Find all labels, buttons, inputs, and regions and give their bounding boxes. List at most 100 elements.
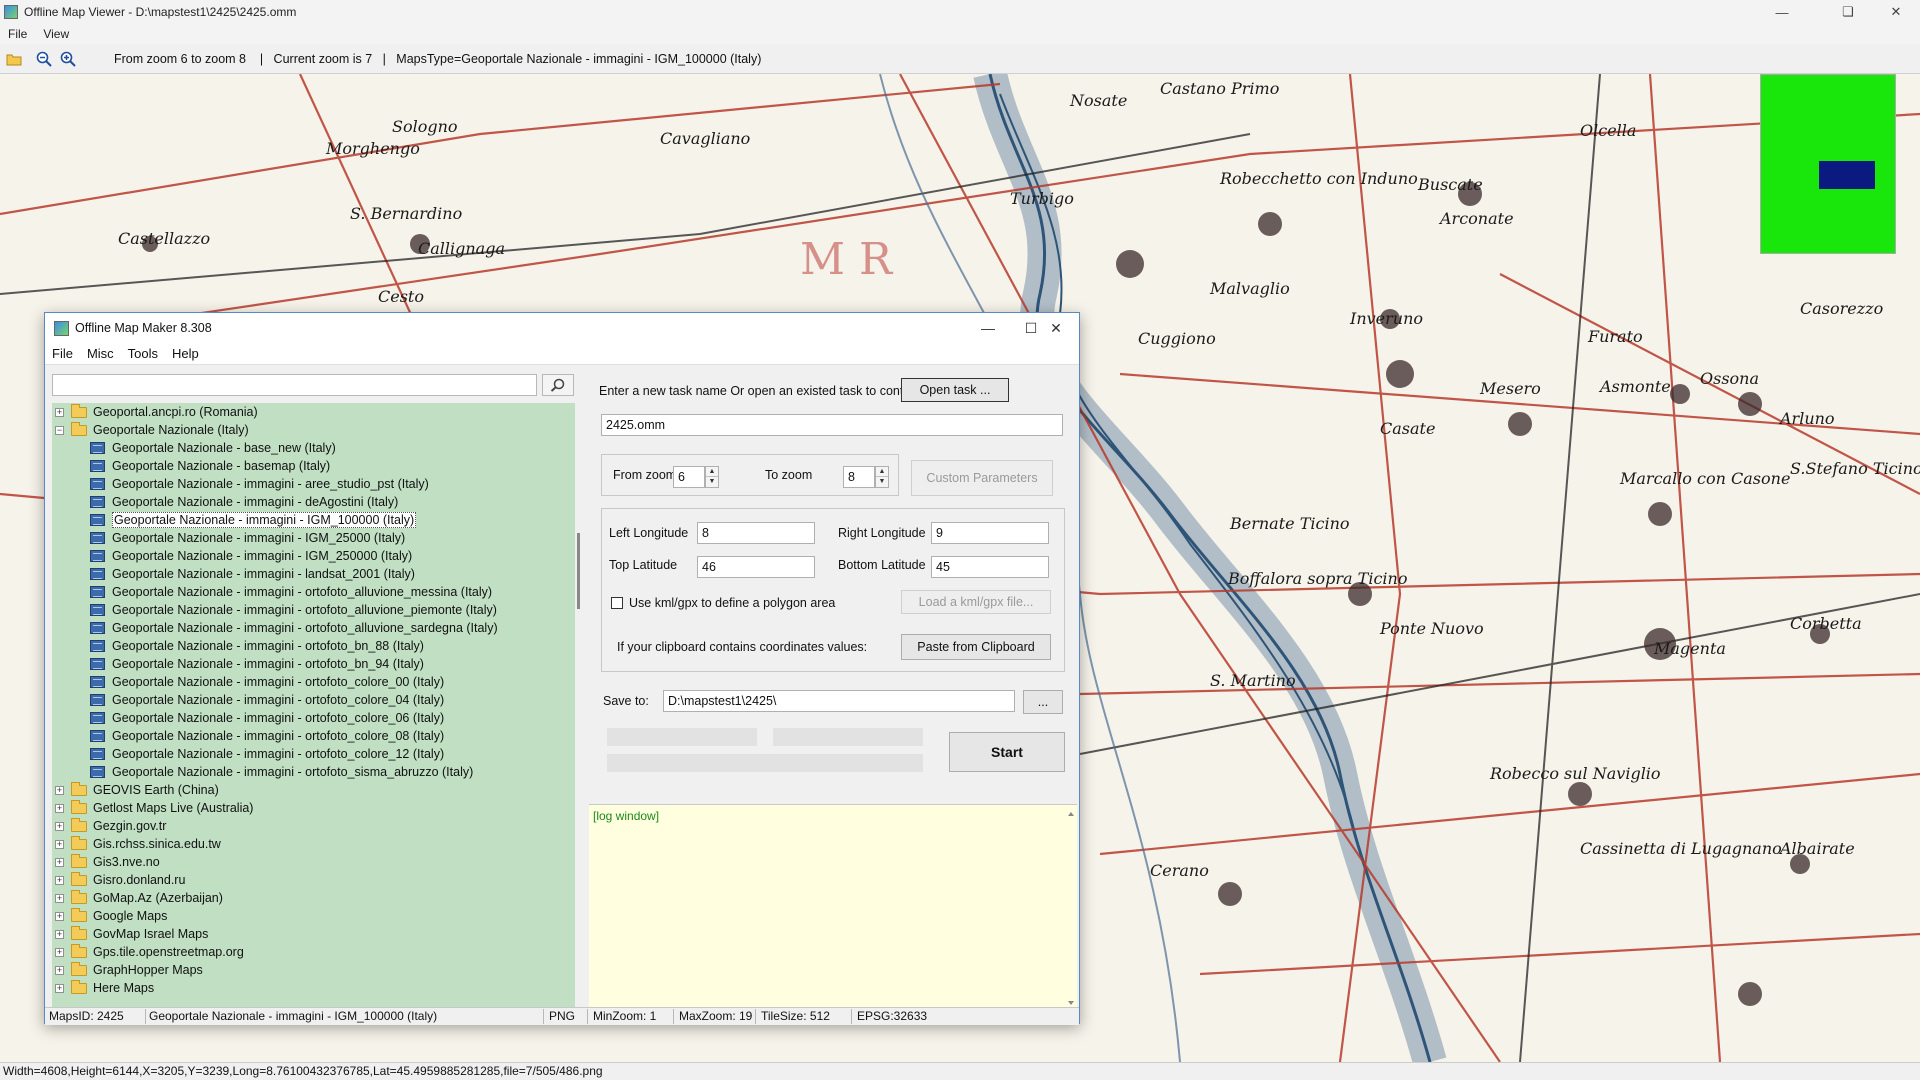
save-to-input[interactable] (663, 690, 1015, 712)
bottom-latitude-input[interactable] (931, 556, 1049, 578)
browse-button[interactable]: ... (1023, 690, 1063, 714)
tree-item-label: Geoportale Nazionale - immagini - ortofo… (112, 621, 498, 635)
expand-icon[interactable]: + (55, 839, 64, 849)
tree-map-item[interactable]: Geoportale Nazionale - immagini - ortofo… (90, 673, 444, 691)
expand-icon[interactable]: + (55, 821, 64, 831)
paste-clipboard-button[interactable]: Paste from Clipboard (901, 634, 1051, 660)
tree-map-item[interactable]: Geoportale Nazionale - immagini - ortofo… (90, 709, 444, 727)
custom-parameters-button[interactable]: Custom Parameters (911, 460, 1053, 496)
left-longitude-input[interactable] (697, 522, 815, 544)
map-icon (90, 622, 105, 634)
minimize-button[interactable]: — (1760, 0, 1804, 24)
overview-viewport[interactable] (1819, 161, 1875, 189)
tree-folder[interactable]: + GovMap Israel Maps (55, 925, 208, 943)
expand-icon[interactable]: + (55, 947, 64, 957)
tree-map-item[interactable]: Geoportale Nazionale - immagini - IGM_25… (90, 547, 412, 565)
map-label: Cuggiono (1138, 329, 1216, 348)
expand-icon[interactable]: + (55, 965, 64, 975)
tree-map-item[interactable]: Geoportale Nazionale - immagini - landsa… (90, 565, 415, 583)
tree-map-item[interactable]: Geoportale Nazionale - immagini - ortofo… (90, 637, 424, 655)
kml-checkbox[interactable] (611, 597, 623, 609)
to-zoom-spinner[interactable]: ▲ ▼ (875, 466, 889, 488)
to-zoom-input[interactable] (843, 466, 875, 488)
overview-map[interactable] (1760, 74, 1896, 254)
tree-map-item[interactable]: Geoportale Nazionale - immagini - aree_s… (90, 475, 429, 493)
tree-map-item[interactable]: Geoportale Nazionale - immagini - ortofo… (90, 655, 424, 673)
close-button[interactable]: ✕ (1874, 0, 1918, 24)
zoom-out-icon[interactable] (34, 49, 54, 69)
open-folder-icon[interactable] (4, 49, 24, 69)
right-longitude-input[interactable] (931, 522, 1049, 544)
tree-folder[interactable]: + Gisro.donland.ru (55, 871, 185, 889)
expand-icon[interactable]: + (55, 929, 64, 939)
tree-folder[interactable]: + Geoportal.ancpi.ro (Romania) (55, 403, 258, 421)
log-window[interactable]: [log window] (589, 804, 1077, 1011)
map-icon (90, 604, 105, 616)
map-icon (90, 568, 105, 580)
expand-icon[interactable]: + (55, 893, 64, 903)
start-button[interactable]: Start (949, 732, 1065, 772)
search-input[interactable] (52, 374, 537, 396)
tree-folder[interactable]: + GoMap.Az (Azerbaijan) (55, 889, 223, 907)
maps-tree[interactable]: + Geoportal.ancpi.ro (Romania) − Geoportale… (52, 403, 575, 1011)
tree-folder[interactable]: + Here Maps (55, 979, 154, 997)
menu-view[interactable]: View (35, 27, 77, 41)
tree-folder[interactable]: + Gis.rchss.sinica.edu.tw (55, 835, 221, 853)
tree-map-item[interactable]: Geoportale Nazionale - immagini - IGM_25… (90, 529, 405, 547)
log-scrollbar[interactable] (1065, 805, 1077, 1012)
tree-map-item[interactable]: Geoportale Nazionale - basemap (Italy) (90, 457, 330, 475)
from-zoom-spinner[interactable]: ▲ ▼ (705, 466, 719, 488)
task-name-input[interactable] (601, 414, 1063, 436)
collapse-icon[interactable]: − (55, 425, 64, 435)
left-longitude-label: Left Longitude (609, 526, 689, 540)
map-label: Cesto (378, 287, 424, 306)
load-kml-button[interactable]: Load a kml/gpx file... (901, 590, 1051, 614)
from-zoom-input[interactable] (673, 466, 705, 488)
status-tile-size: TileSize: 512 (761, 1009, 830, 1023)
tree-folder[interactable]: + Google Maps (55, 907, 167, 925)
menu-file[interactable]: File (0, 27, 35, 41)
map-label: Ponte Nuovo (1379, 619, 1484, 638)
search-button[interactable] (542, 374, 574, 396)
tree-scrollbar[interactable] (576, 403, 582, 1011)
expand-icon[interactable]: + (55, 983, 64, 993)
expand-icon[interactable]: + (55, 785, 64, 795)
dialog-minimize-button[interactable]: — (965, 313, 1011, 343)
open-task-button[interactable]: Open task ... (901, 378, 1009, 402)
top-latitude-input[interactable] (697, 556, 815, 578)
maximize-button[interactable]: ❏ (1826, 0, 1870, 24)
expand-icon[interactable]: + (55, 407, 64, 417)
tree-folder[interactable]: + Gezgin.gov.tr (55, 817, 166, 835)
expand-icon[interactable]: + (55, 803, 64, 813)
dialog-menu-help[interactable]: Help (165, 346, 206, 361)
tree-map-item[interactable]: Geoportale Nazionale - immagini - deAgos… (90, 493, 398, 511)
tree-map-item[interactable]: Geoportale Nazionale - immagini - IGM_10… (90, 511, 417, 529)
tree-folder[interactable]: + Getlost Maps Live (Australia) (55, 799, 253, 817)
tree-folder[interactable]: + GraphHopper Maps (55, 961, 203, 979)
tree-item-label: Geoportale Nazionale - basemap (Italy) (112, 459, 331, 473)
tree-folder[interactable]: + GEOVIS Earth (China) (55, 781, 219, 799)
scrollbar-thumb[interactable] (577, 533, 580, 609)
tree-map-item[interactable]: Geoportale Nazionale - immagini - ortofo… (90, 745, 444, 763)
expand-icon[interactable]: + (55, 911, 64, 921)
tree-map-item[interactable]: Geoportale Nazionale - base_new (Italy) (90, 439, 336, 457)
expand-icon[interactable]: + (55, 875, 64, 885)
tree-map-item[interactable]: Geoportale Nazionale - immagini - ortofo… (90, 583, 492, 601)
tree-map-item[interactable]: Geoportale Nazionale - immagini - ortofo… (90, 619, 498, 637)
tree-map-item[interactable]: Geoportale Nazionale - immagini - ortofo… (90, 601, 497, 619)
zoom-in-icon[interactable] (58, 49, 78, 69)
tree-folder[interactable]: + Gis3.nve.no (55, 853, 160, 871)
tree-map-item[interactable]: Geoportale Nazionale - immagini - ortofo… (90, 691, 444, 709)
tree-item-label: Google Maps (93, 909, 168, 923)
dialog-menu-file[interactable]: File (45, 346, 80, 361)
dialog-close-button[interactable]: ✕ (1033, 313, 1079, 343)
tree-map-item[interactable]: Geoportale Nazionale - immagini - ortofo… (90, 763, 473, 781)
tree-map-item[interactable]: Geoportale Nazionale - immagini - ortofo… (90, 727, 444, 745)
tree-folder[interactable]: − Geoportale Nazionale (Italy) (55, 421, 249, 439)
tree-folder[interactable]: + Gps.tile.openstreetmap.org (55, 943, 244, 961)
expand-icon[interactable]: + (55, 857, 64, 867)
map-label: Castano Primo (1160, 79, 1279, 98)
dialog-menu-misc[interactable]: Misc (80, 346, 121, 361)
dialog-menu-tools[interactable]: Tools (121, 346, 165, 361)
top-latitude-label: Top Latitude (609, 558, 678, 572)
